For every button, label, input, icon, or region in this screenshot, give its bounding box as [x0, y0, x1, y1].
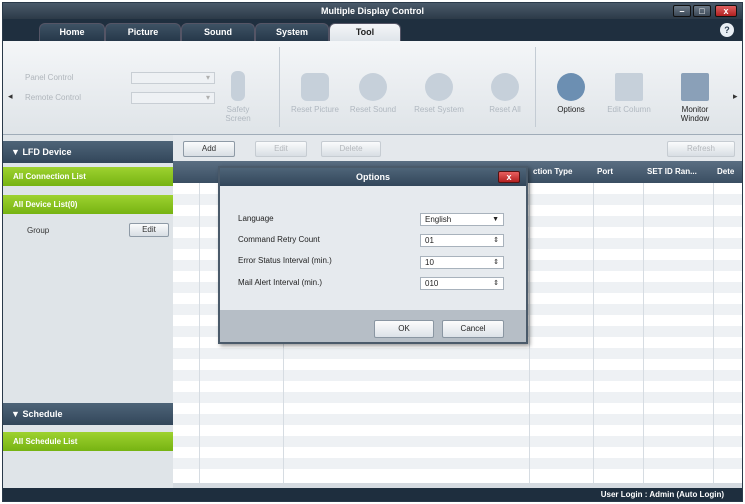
refresh-button[interactable]: Refresh — [667, 141, 735, 157]
error-status-interval-spinner[interactable]: 10 ⇕ — [420, 256, 504, 269]
tab-bar: Home Picture Sound System Tool ? — [3, 19, 742, 41]
ribbon-toolbar: ◂ Panel Control ▾ Remote Control ▾ Safet… — [3, 41, 742, 135]
tab-picture[interactable]: Picture — [105, 23, 181, 41]
column-header[interactable]: Port — [593, 161, 643, 183]
group-edit-button[interactable]: Edit — [129, 223, 169, 237]
cancel-button[interactable]: Cancel — [442, 320, 504, 338]
table-row[interactable] — [173, 392, 742, 403]
ribbon-right-arrow[interactable]: ▸ — [733, 91, 738, 102]
safety-screen-icon — [231, 71, 245, 101]
group-label: Group — [27, 226, 50, 235]
add-button[interactable]: Add — [183, 141, 235, 157]
table-row[interactable] — [173, 403, 742, 414]
remote-control-dropdown[interactable]: ▾ — [131, 92, 215, 104]
spinner-icon: ⇕ — [493, 259, 499, 266]
reset-sound-icon — [359, 73, 387, 101]
grid-divider — [199, 183, 200, 483]
error-status-interval-label: Error Status Interval (min.) — [238, 256, 332, 265]
chevron-down-icon: ▼ — [492, 216, 499, 223]
ribbon-separator — [535, 47, 536, 127]
device-toolbar: Add Edit Delete Refresh — [173, 135, 742, 161]
remote-control-label: Remote Control — [25, 93, 82, 102]
options-dialog-title: Options x — [220, 168, 526, 186]
table-row[interactable] — [173, 458, 742, 469]
language-label: Language — [238, 214, 274, 223]
reset-system-button[interactable]: Reset System — [411, 73, 467, 133]
table-row[interactable] — [173, 469, 742, 480]
column-header[interactable] — [173, 161, 199, 183]
reset-picture-button[interactable]: Reset Picture — [287, 73, 343, 133]
reset-all-button[interactable]: Reset All — [477, 73, 533, 133]
table-row[interactable] — [173, 425, 742, 436]
edit-column-icon — [615, 73, 643, 101]
safety-screen-button[interactable]: Safety Screen — [215, 71, 261, 131]
grid-divider — [643, 183, 644, 483]
grid-divider — [529, 183, 530, 483]
options-close-button[interactable]: x — [498, 171, 520, 183]
ok-button[interactable]: OK — [374, 320, 434, 338]
minimize-button[interactable]: – — [673, 5, 691, 17]
maximize-button[interactable]: □ — [693, 5, 711, 17]
spinner-icon: ⇕ — [493, 237, 499, 244]
reset-sound-button[interactable]: Reset Sound — [345, 73, 401, 133]
table-row[interactable] — [173, 381, 742, 392]
ribbon-separator — [279, 47, 280, 127]
command-retry-count-label: Command Retry Count — [238, 235, 320, 244]
all-schedule-list[interactable]: All Schedule List — [3, 432, 173, 451]
monitor-window-icon — [681, 73, 709, 101]
table-row[interactable] — [173, 370, 742, 381]
lfd-device-header[interactable]: ▼ LFD Device — [3, 141, 173, 163]
collapse-icon: ▼ — [11, 409, 20, 419]
column-header[interactable]: Dete — [713, 161, 742, 183]
options-button[interactable]: Options — [543, 73, 599, 133]
mail-alert-interval-label: Mail Alert Interval (min.) — [238, 278, 323, 287]
edit-column-button[interactable]: Edit Column — [601, 73, 657, 133]
delete-button[interactable]: Delete — [321, 141, 381, 157]
language-dropdown[interactable]: English ▼ — [420, 213, 504, 226]
all-connection-list[interactable]: All Connection List — [3, 167, 173, 186]
table-row[interactable] — [173, 436, 742, 447]
grid-divider — [593, 183, 594, 483]
title-bar: Multiple Display Control – □ x — [3, 3, 742, 19]
reset-all-icon — [491, 73, 519, 101]
close-window-button[interactable]: x — [715, 5, 737, 17]
table-row[interactable] — [173, 348, 742, 359]
options-dialog: Options x Language English ▼ Command Retr… — [218, 166, 528, 344]
mail-alert-interval-spinner[interactable]: 010 ⇕ — [420, 277, 504, 290]
ribbon-left-arrow[interactable]: ◂ — [8, 91, 13, 102]
column-header[interactable]: ction Type — [529, 161, 593, 183]
command-retry-count-spinner[interactable]: 01 ⇕ — [420, 234, 504, 247]
tab-home[interactable]: Home — [39, 23, 105, 41]
tab-system[interactable]: System — [255, 23, 329, 41]
monitor-window-button[interactable]: Monitor Window — [667, 73, 723, 133]
panel-control-label: Panel Control — [25, 73, 74, 82]
grid-divider — [713, 183, 714, 483]
options-gear-icon — [557, 73, 585, 101]
status-bar: User Login : Admin (Auto Login) — [3, 488, 742, 501]
column-header[interactable]: SET ID Ran... — [643, 161, 713, 183]
table-row[interactable] — [173, 359, 742, 370]
table-row[interactable] — [173, 447, 742, 458]
table-row[interactable] — [173, 414, 742, 425]
sidebar: ▼ LFD Device All Connection List All Dev… — [3, 135, 173, 488]
all-device-list[interactable]: All Device List(0) — [3, 195, 173, 214]
spinner-icon: ⇕ — [493, 280, 499, 287]
panel-control-dropdown[interactable]: ▾ — [131, 72, 215, 84]
window-title: Multiple Display Control — [320, 6, 424, 16]
schedule-header[interactable]: ▼ Schedule — [3, 403, 173, 425]
tab-tool[interactable]: Tool — [329, 23, 401, 41]
edit-button[interactable]: Edit — [255, 141, 307, 157]
help-icon[interactable]: ? — [720, 23, 734, 37]
collapse-icon: ▼ — [11, 147, 20, 157]
reset-picture-icon — [301, 73, 329, 101]
tab-sound[interactable]: Sound — [181, 23, 255, 41]
reset-system-gear-icon — [425, 73, 453, 101]
